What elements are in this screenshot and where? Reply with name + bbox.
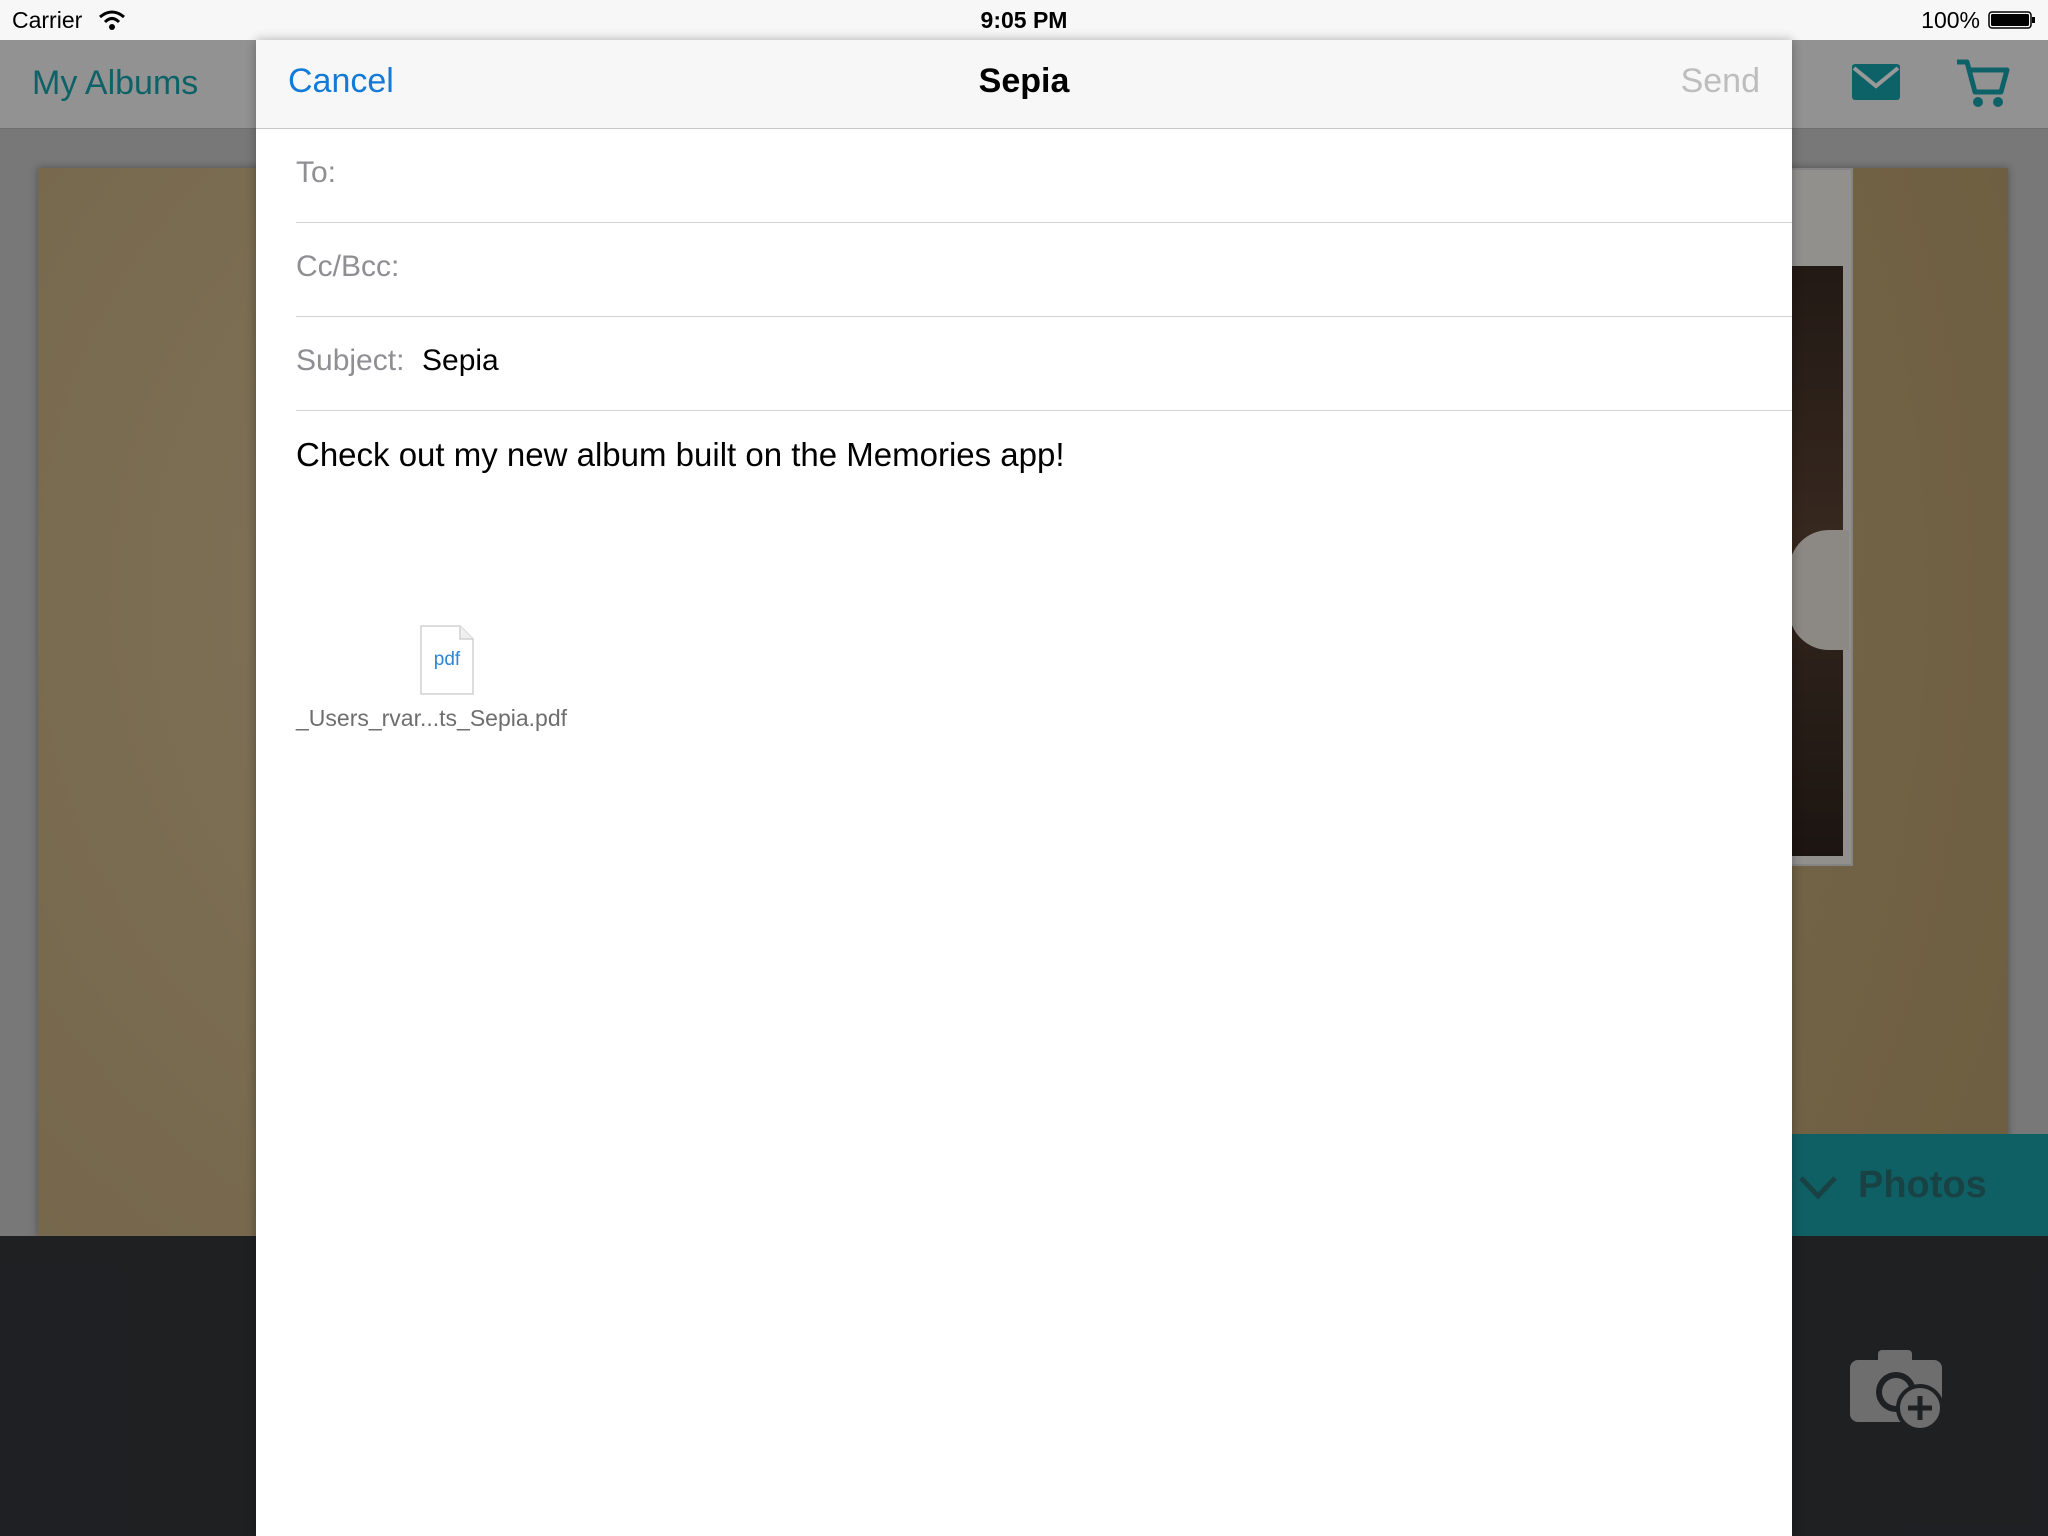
pdf-attachment[interactable]: pdf _Users_rvar...ts_Sepia.pdf bbox=[296, 625, 616, 735]
subject-label: Subject: bbox=[296, 344, 405, 377]
cc-bcc-field[interactable]: Cc/Bcc: bbox=[296, 222, 1792, 317]
mail-compose-sheet: Cancel Sepia Send To: Cc/Bcc: Subject: S… bbox=[256, 40, 1792, 1536]
subject-value[interactable]: Sepia bbox=[422, 344, 499, 378]
subject-field[interactable]: Subject: Sepia bbox=[296, 316, 1792, 411]
battery-icon bbox=[1988, 11, 2035, 29]
compose-header: Cancel Sepia Send bbox=[256, 40, 1792, 129]
compose-title: Sepia bbox=[978, 62, 1070, 100]
cc-bcc-label: Cc/Bcc: bbox=[296, 250, 400, 283]
send-button[interactable]: Send bbox=[1681, 62, 1760, 101]
message-body[interactable]: Check out my new album built on the Memo… bbox=[296, 436, 1065, 474]
attachment-file-name: _Users_rvar...ts_Sepia.pdf bbox=[296, 705, 568, 731]
clock: 9:05 PM bbox=[980, 7, 1068, 33]
status-bar: Carrier 9:05 PM 100% bbox=[0, 0, 2048, 40]
to-label: To: bbox=[296, 156, 337, 189]
to-field[interactable]: To: bbox=[296, 128, 1792, 223]
battery-percentage: 100% bbox=[1921, 7, 1980, 33]
pdf-type-label: pdf bbox=[433, 649, 461, 670]
